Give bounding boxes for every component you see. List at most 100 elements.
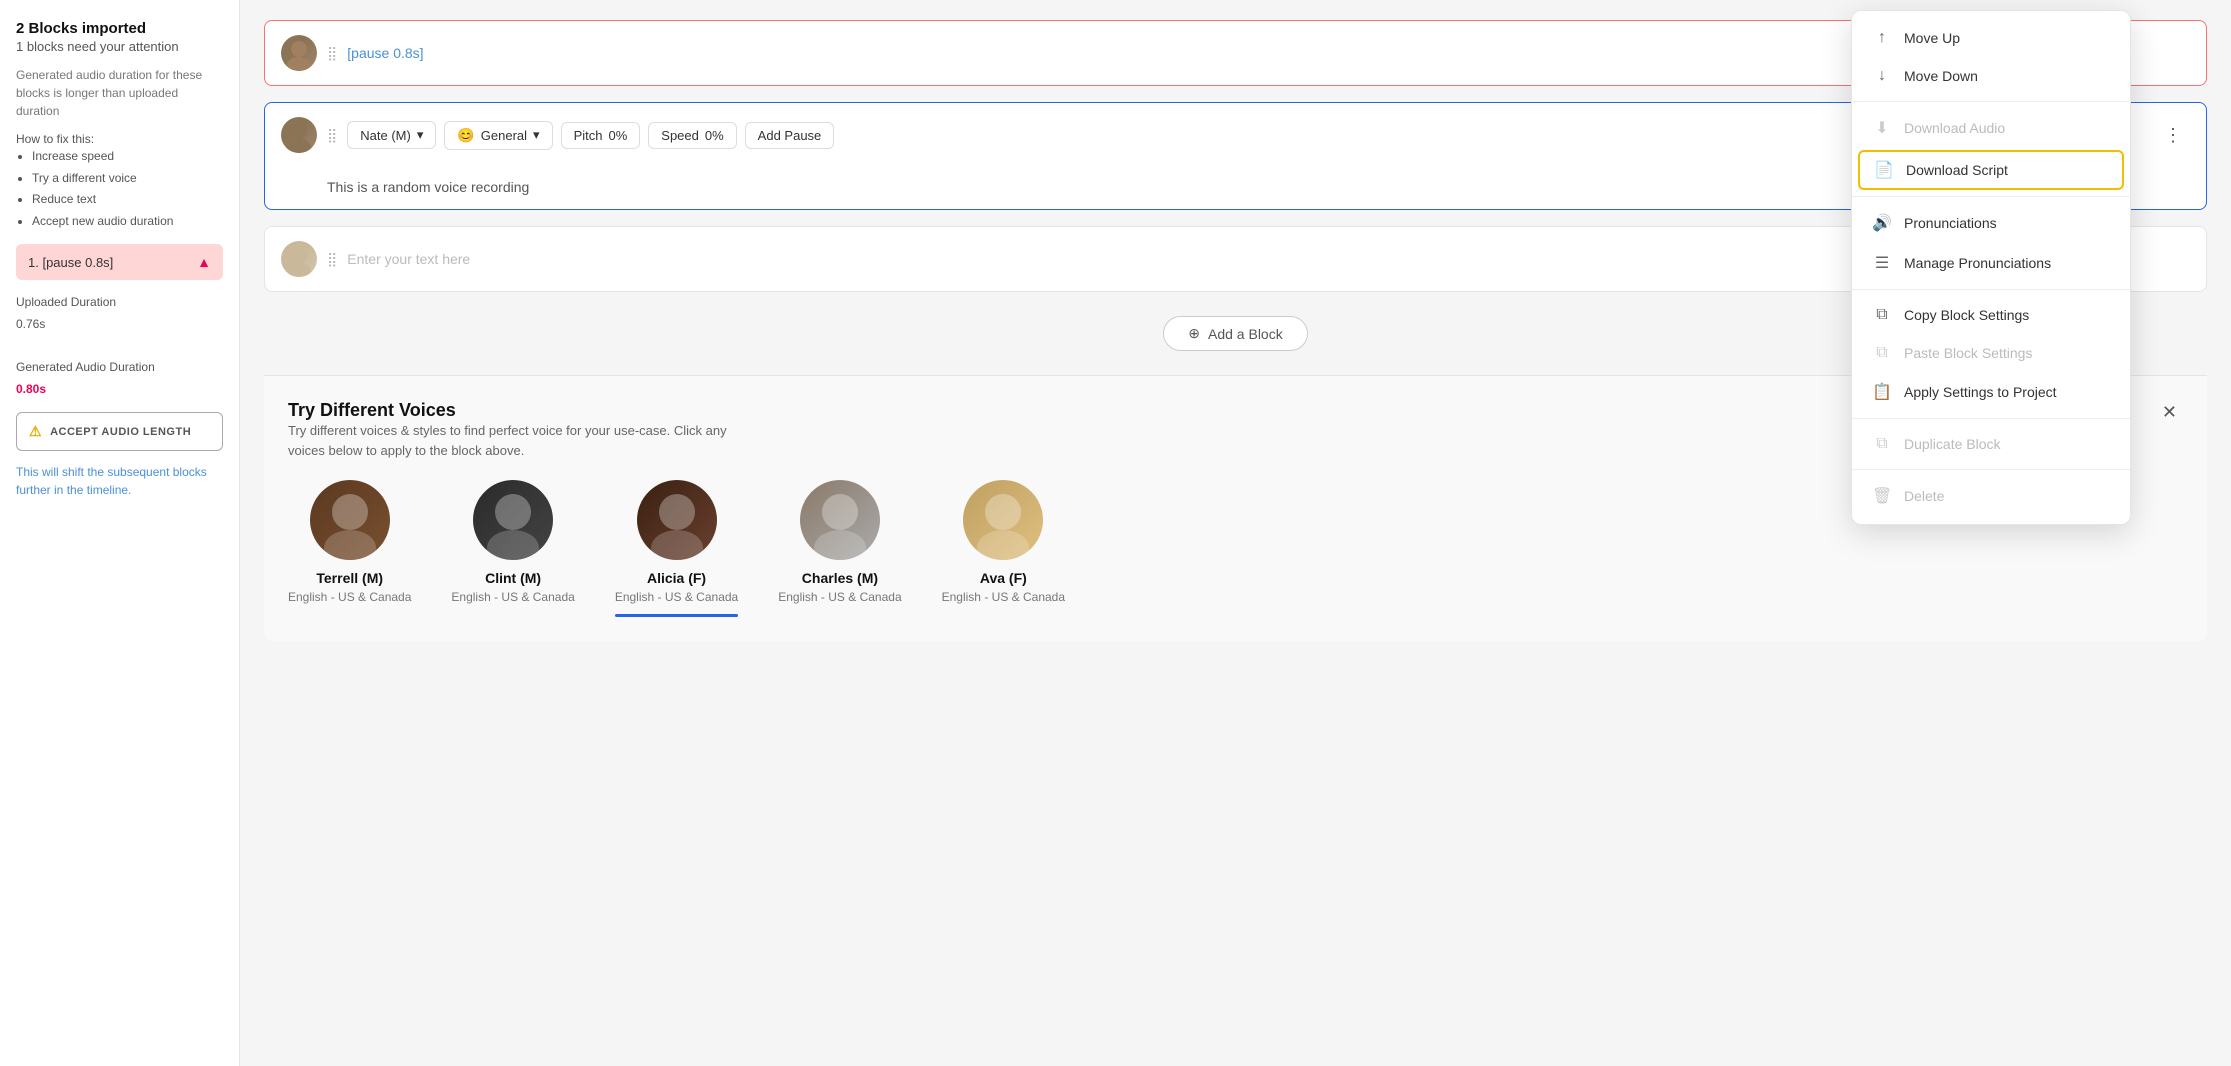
menu-item-download-audio: ⬇ Download Audio [1852, 108, 2130, 148]
voice-region-3: English - US & Canada [778, 590, 901, 604]
fix-item-voice: Try a different voice [32, 168, 223, 190]
accept-audio-button[interactable]: ⚠ ACCEPT AUDIO LENGTH [16, 412, 223, 451]
voice-item-charles(m)[interactable]: Charles (M) English - US & Canada [778, 480, 901, 617]
divider5 [1852, 469, 2130, 470]
block-voice-text: This is a random voice recording [327, 179, 529, 195]
block-input-placeholder: Enter your text here [347, 251, 470, 267]
block-input-drag-handle[interactable]: ⣿ [327, 251, 337, 268]
block-detail: Uploaded Duration 0.76s Generated Audio … [16, 292, 223, 400]
accept-btn-label: ACCEPT AUDIO LENGTH [50, 426, 191, 438]
menu-label-manage-pronunciations: Manage Pronunciations [1904, 255, 2051, 271]
fix-item-reduce: Reduce text [32, 189, 223, 211]
add-pause-button[interactable]: Add Pause [745, 122, 835, 149]
block-item-arrow: ▲ [197, 254, 211, 270]
block-pause-avatar [281, 35, 317, 71]
voices-panel-title-group: Try Different Voices Try different voice… [288, 400, 748, 460]
menu-item-pronunciations[interactable]: 🔊 Pronunciations [1852, 203, 2130, 243]
sidebar-title: 2 Blocks imported [16, 20, 223, 37]
divider3 [1852, 289, 2130, 290]
block-item-label: 1. [pause 0.8s] [28, 255, 113, 270]
block-pause-text: [pause 0.8s] [347, 45, 423, 61]
voice-item-ava(f)[interactable]: Ava (F) English - US & Canada [942, 480, 1065, 617]
gen-audio-value: 0.80s [16, 379, 223, 401]
voice-region-0: English - US & Canada [288, 590, 411, 604]
menu-item-move-down[interactable]: ↓ Move Down [1852, 57, 2130, 95]
menu-label-duplicate: Duplicate Block [1904, 436, 2001, 452]
block-voice-drag-handle[interactable]: ⣿ [327, 127, 337, 144]
shift-note: This will shift the subsequent blocks fu… [16, 463, 223, 499]
voice-avatar-4 [963, 480, 1043, 560]
menu-item-duplicate: ⧉ Duplicate Block [1852, 425, 2130, 463]
pitch-label: Pitch [574, 128, 603, 143]
divider1 [1852, 101, 2130, 102]
menu-icon-pronunciations: 🔊 [1872, 213, 1892, 233]
block-voice-avatar [281, 117, 317, 153]
menu-label-paste-settings: Paste Block Settings [1904, 345, 2032, 361]
menu-icon-move-down: ↓ [1872, 67, 1892, 85]
style-emoji: 😊 [457, 127, 474, 144]
context-menu: ↑ Move Up ↓ Move Down ⬇ Download Audio 📄… [1851, 10, 2131, 525]
menu-item-manage-pronunciations[interactable]: ☰ Manage Pronunciations [1852, 243, 2130, 283]
menu-icon-delete: 🗑 [1872, 486, 1892, 506]
menu-icon-download-audio: ⬇ [1872, 118, 1892, 138]
voice-avatar-0 [310, 480, 390, 560]
voice-selector[interactable]: Nate (M) ▾ [347, 121, 436, 149]
fix-item-accept: Accept new audio duration [32, 211, 223, 233]
more-options-button[interactable]: ⋮ [2156, 121, 2190, 150]
voice-avatar-1 [473, 480, 553, 560]
voice-underline-2 [615, 614, 738, 617]
how-to-fix-label: How to fix this: [16, 132, 223, 146]
divider4 [1852, 418, 2130, 419]
voice-item-alicia(f)[interactable]: Alicia (F) English - US & Canada [615, 480, 738, 617]
voice-dropdown-icon: ▾ [417, 127, 424, 143]
voice-item-clint(m)[interactable]: Clint (M) English - US & Canada [451, 480, 574, 617]
warning-icon: ⚠ [29, 423, 42, 440]
sidebar: 2 Blocks imported 1 blocks need your att… [0, 0, 240, 1066]
add-block-label: Add a Block [1208, 326, 1283, 342]
voice-name-3: Charles (M) [802, 570, 878, 586]
menu-icon-download-script: 📄 [1874, 160, 1894, 180]
voice-name-1: Clint (M) [485, 570, 541, 586]
voice-name-0: Terrell (M) [316, 570, 383, 586]
close-voices-button[interactable]: ✕ [2156, 400, 2183, 425]
menu-icon-apply-settings: 📋 [1872, 382, 1892, 402]
pitch-value: 0% [608, 128, 627, 143]
menu-icon-manage-pronunciations: ☰ [1872, 253, 1892, 273]
voice-region-2: English - US & Canada [615, 590, 738, 604]
voice-item-terrell(m)[interactable]: Terrell (M) English - US & Canada [288, 480, 411, 617]
menu-icon-copy-settings: ⧉ [1872, 306, 1892, 324]
uploaded-duration-value: 0.76s [16, 314, 223, 336]
menu-item-apply-settings[interactable]: 📋 Apply Settings to Project [1852, 372, 2130, 412]
block-input-avatar [281, 241, 317, 277]
style-name: General [481, 128, 527, 143]
speed-label: Speed [661, 128, 699, 143]
menu-item-download-script[interactable]: 📄 Download Script [1858, 150, 2124, 190]
menu-item-move-up[interactable]: ↑ Move Up [1852, 19, 2130, 57]
voice-region-1: English - US & Canada [451, 590, 574, 604]
divider2 [1852, 196, 2130, 197]
block-item-pause[interactable]: 1. [pause 0.8s] ▲ [16, 244, 223, 280]
speed-value: 0% [705, 128, 724, 143]
menu-icon-move-up: ↑ [1872, 29, 1892, 47]
menu-item-copy-settings[interactable]: ⧉ Copy Block Settings [1852, 296, 2130, 334]
voice-name-4: Ava (F) [980, 570, 1027, 586]
menu-label-download-script: Download Script [1906, 162, 2008, 178]
menu-label-delete: Delete [1904, 488, 1944, 504]
block-pause-drag-handle[interactable]: ⣿ [327, 45, 337, 62]
block-voice-toolbar: Nate (M) ▾ 😊 General ▾ Pitch 0% Speed [347, 121, 834, 150]
add-block-button[interactable]: ⊕ Add a Block [1163, 316, 1307, 351]
pitch-control[interactable]: Pitch 0% [561, 122, 641, 149]
speed-control[interactable]: Speed 0% [648, 122, 736, 149]
menu-label-copy-settings: Copy Block Settings [1904, 307, 2029, 323]
menu-icon-duplicate: ⧉ [1872, 435, 1892, 453]
fix-list: Increase speed Try a different voice Red… [16, 146, 223, 232]
voice-name: Nate (M) [360, 128, 411, 143]
style-selector[interactable]: 😊 General ▾ [444, 121, 552, 150]
menu-label-move-down: Move Down [1904, 68, 1978, 84]
uploaded-duration-label: Uploaded Duration [16, 292, 223, 314]
voices-panel-description: Try different voices & styles to find pe… [288, 421, 748, 460]
voice-name-2: Alicia (F) [647, 570, 706, 586]
menu-label-apply-settings: Apply Settings to Project [1904, 384, 2057, 400]
style-dropdown-icon: ▾ [533, 127, 540, 143]
sidebar-description: Generated audio duration for these block… [16, 66, 223, 120]
